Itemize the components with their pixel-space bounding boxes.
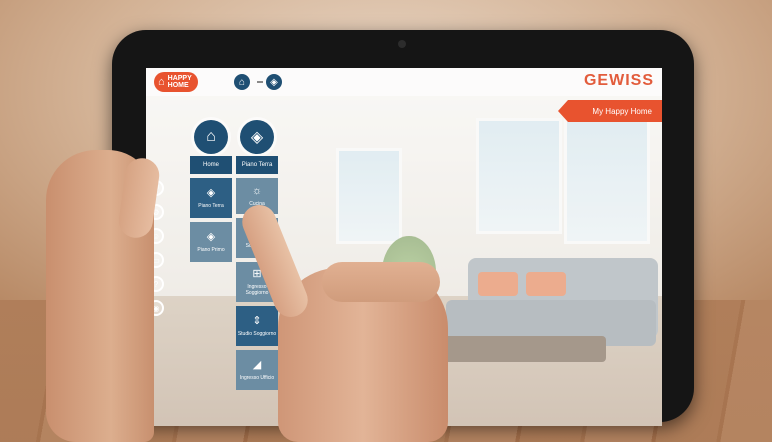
menu-label-home[interactable]: Home [190, 156, 232, 174]
home-icon[interactable]: ⌂ [194, 120, 228, 154]
front-camera [398, 40, 406, 48]
bulb-icon: ☼ [251, 184, 263, 197]
menu-label-piano-terra[interactable]: Piano Terra [236, 156, 278, 174]
gewiss-logo: GEWISS [583, 72, 654, 89]
tile-label: Studio Soggiorno [237, 330, 277, 337]
right-knuckles [322, 262, 440, 302]
layers-icon[interactable]: ◈ [266, 74, 282, 90]
app-header: ⌂ HAPPY HOME ⌂ ◈ GEWISS [146, 68, 662, 96]
layers-icon: ◈ [206, 186, 216, 199]
logo-line1: HAPPY [167, 75, 192, 82]
tile-studio-soggiorno[interactable]: ⇕ Studio Soggiorno [236, 306, 278, 346]
my-happy-home-ribbon[interactable]: My Happy Home [558, 100, 662, 122]
happy-home-logo[interactable]: ⌂ HAPPY HOME [154, 72, 198, 92]
blind-icon: ⇕ [252, 314, 262, 327]
layers-icon[interactable]: ◈ [240, 120, 274, 154]
tile-piano-primo[interactable]: ◈ Piano Primo [190, 222, 232, 262]
tile-label: Piano Primo [197, 246, 225, 253]
home-icon[interactable]: ⌂ [234, 74, 250, 90]
layers-icon: ◈ [206, 230, 216, 243]
logo-line2: HOME [167, 82, 189, 89]
tile-piano-terra[interactable]: ◈ Piano Terra [190, 178, 232, 218]
tile-label: Piano Terra [198, 202, 224, 209]
signal-icon: ◢ [252, 358, 262, 371]
house-icon: ⌂ [158, 75, 165, 88]
breadcrumb-separator [257, 81, 263, 83]
tile-label: Ingresso Ufficio [239, 374, 275, 381]
tile-ingresso-ufficio[interactable]: ◢ Ingresso Ufficio [236, 350, 278, 390]
